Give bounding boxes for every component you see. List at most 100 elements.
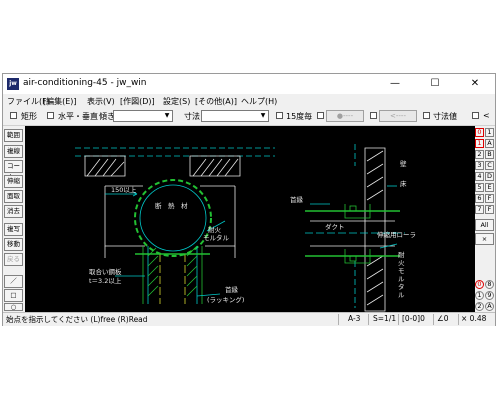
tool-move[interactable]: 移動 bbox=[4, 238, 23, 251]
menu-bar: ファイル(F) [編集(E)] 表示(V) [作図(D)] 設定(S) [その他… bbox=[3, 94, 495, 108]
label-floor: 床 bbox=[400, 179, 407, 188]
status-divider bbox=[433, 314, 434, 325]
btn1-checkbox[interactable] bbox=[317, 112, 324, 119]
dim-combo[interactable]: ▼ bbox=[201, 110, 269, 122]
snap-button-1[interactable]: ●---- bbox=[326, 110, 364, 122]
label-sleeve: 首縁 bbox=[225, 285, 239, 294]
status-bar: 始点を指示してください (L)free (R)Read A-3 S=1/1 [0… bbox=[3, 312, 495, 326]
label-fire2: 耐 bbox=[398, 251, 405, 259]
layer-a[interactable]: A bbox=[485, 139, 494, 148]
lt-checkbox[interactable] bbox=[472, 112, 479, 119]
layer-group-4[interactable]: 4 bbox=[475, 172, 484, 181]
label-fire2f: ル bbox=[398, 291, 405, 299]
left-detail-labels: 150以上 断 熱 材 耐火 モルタル 取合い鋼板 t＝3.2以上 首縁 (ラッ… bbox=[89, 185, 244, 304]
btn2-checkbox[interactable] bbox=[370, 112, 377, 119]
layer-e[interactable]: E bbox=[485, 183, 494, 192]
status-divider bbox=[398, 314, 399, 325]
status-divider bbox=[338, 314, 339, 325]
group-2[interactable]: 2 bbox=[475, 302, 484, 311]
tool-corner[interactable]: コーナー bbox=[4, 160, 23, 181]
paper-size[interactable]: A-3 bbox=[348, 314, 360, 323]
label-roller: 伸縮用ローラ bbox=[377, 230, 416, 239]
group-1[interactable]: 1 bbox=[475, 291, 484, 300]
tool-stretch[interactable]: 伸縮 bbox=[4, 175, 23, 188]
tool-range[interactable]: 範囲 bbox=[4, 129, 23, 142]
layer-f[interactable]: F bbox=[485, 194, 494, 203]
menu-view[interactable]: 表示(V) bbox=[87, 96, 115, 107]
deg15-label: 15度毎 bbox=[286, 112, 313, 121]
close-button[interactable]: ✕ bbox=[455, 74, 495, 94]
toolbar: 矩形 水平・垂直 傾き ▼ 寸法 ▼ 15度毎 ●---- <---- 寸法値 … bbox=[3, 108, 495, 126]
application-window: jw air-conditioning-45 - jw_win — ☐ ✕ ファ… bbox=[2, 73, 496, 326]
tool-offset[interactable]: 複線 bbox=[4, 145, 23, 158]
menu-other[interactable]: [その他(A)] bbox=[195, 96, 237, 107]
layer-1[interactable]: 1 bbox=[485, 128, 494, 137]
layer-group-2[interactable]: 2 bbox=[475, 150, 484, 159]
label-insulation: 断 熱 材 bbox=[155, 201, 188, 210]
label-dim150: 150以上 bbox=[111, 185, 137, 194]
label-fire-mortar: 耐火 bbox=[208, 226, 222, 234]
label-flange: 取合い鋼板 bbox=[89, 267, 122, 276]
app-icon[interactable]: jw bbox=[7, 78, 19, 90]
label-lagging: (ラッキング) bbox=[207, 295, 244, 304]
label-duct: ダクト bbox=[325, 222, 345, 231]
snap-button-2[interactable]: <---- bbox=[379, 110, 417, 122]
label-fire2d: ル bbox=[398, 275, 405, 283]
layer-c[interactable]: C bbox=[485, 161, 494, 170]
layer-group-6[interactable]: 6 bbox=[475, 194, 484, 203]
layer-group-0[interactable]: 0 bbox=[475, 128, 484, 137]
slope-combo[interactable]: ▼ bbox=[113, 110, 173, 122]
layer-indicator[interactable]: [0-0]0 bbox=[402, 314, 425, 323]
minimize-button[interactable]: — bbox=[375, 74, 415, 94]
group-9[interactable]: 9 bbox=[485, 291, 494, 300]
status-message: 始点を指示してください (L)free (R)Read bbox=[6, 315, 148, 324]
lt-label: < bbox=[483, 111, 490, 120]
rect-checkbox[interactable] bbox=[10, 112, 17, 119]
menu-edit[interactable]: [編集(E)] bbox=[43, 96, 77, 107]
window-title: air-conditioning-45 - jw_win bbox=[23, 78, 147, 88]
left-tool-palette: 範囲 複線 コーナー 伸縮 面取 消去 複写 移動 戻る ／ □ ○ bbox=[3, 126, 25, 311]
layer-toggle-button[interactable]: × bbox=[475, 233, 494, 245]
group-0[interactable]: 0 bbox=[475, 280, 484, 289]
dimval-label: 寸法値 bbox=[433, 112, 457, 121]
tool-circle-icon[interactable]: ○ bbox=[4, 303, 23, 311]
tool-erase[interactable]: 消去 bbox=[4, 205, 23, 218]
layer-group-7[interactable]: 7 bbox=[475, 205, 484, 214]
status-divider bbox=[368, 314, 369, 325]
layer-all-button[interactable]: All bbox=[475, 219, 494, 231]
menu-draw[interactable]: [作図(D)] bbox=[120, 96, 155, 107]
hv-checkbox[interactable] bbox=[47, 112, 54, 119]
label-fire2c: モ bbox=[398, 267, 405, 275]
group-8[interactable]: 8 bbox=[485, 280, 494, 289]
angle[interactable]: ∠0 bbox=[437, 314, 449, 323]
scale[interactable]: S=1/1 bbox=[373, 314, 396, 323]
drawing-canvas[interactable]: 150以上 断 熱 材 耐火 モルタル 取合い鋼板 t＝3.2以上 首縁 (ラッ… bbox=[25, 126, 475, 312]
menu-settings[interactable]: 設定(S) bbox=[163, 96, 190, 107]
tool-rect-icon[interactable]: □ bbox=[4, 289, 23, 302]
title-bar: jw air-conditioning-45 - jw_win — ☐ ✕ bbox=[3, 74, 495, 94]
layer-group-3[interactable]: 3 bbox=[475, 161, 484, 170]
maximize-button[interactable]: ☐ bbox=[415, 74, 455, 94]
dim-label: 寸法 bbox=[184, 112, 200, 121]
tool-copy[interactable]: 複写 bbox=[4, 223, 23, 236]
dimval-checkbox[interactable] bbox=[423, 112, 430, 119]
tool-undo[interactable]: 戻る bbox=[4, 253, 23, 266]
layer-b[interactable]: B bbox=[485, 150, 494, 159]
cad-drawing: 150以上 断 熱 材 耐火 モルタル 取合い鋼板 t＝3.2以上 首縁 (ラッ… bbox=[75, 144, 416, 312]
layer-d[interactable]: D bbox=[485, 172, 494, 181]
zoom[interactable]: × 0.48 bbox=[461, 314, 486, 323]
layer-group-5[interactable]: 5 bbox=[475, 183, 484, 192]
menu-help[interactable]: ヘルプ(H) bbox=[241, 96, 277, 107]
layer-group-1[interactable]: 1 bbox=[475, 139, 484, 148]
label-fire-mortar-b: モルタル bbox=[203, 233, 230, 242]
chevron-down-icon: ▼ bbox=[260, 112, 266, 119]
label-fire2e: タ bbox=[398, 282, 405, 291]
layer-f2[interactable]: F bbox=[485, 205, 494, 214]
tool-line-icon[interactable]: ／ bbox=[4, 275, 23, 288]
label-fire2b: 火 bbox=[398, 259, 405, 267]
hv-label: 水平・垂直 bbox=[58, 112, 98, 121]
tool-chamfer[interactable]: 面取 bbox=[4, 190, 23, 203]
group-a[interactable]: A bbox=[485, 302, 494, 311]
right-layer-palette: 0 1 1 A 2 B 3 C 4 D 5 E 6 F 7 F All × 0 … bbox=[475, 126, 495, 311]
deg15-checkbox[interactable] bbox=[276, 112, 283, 119]
